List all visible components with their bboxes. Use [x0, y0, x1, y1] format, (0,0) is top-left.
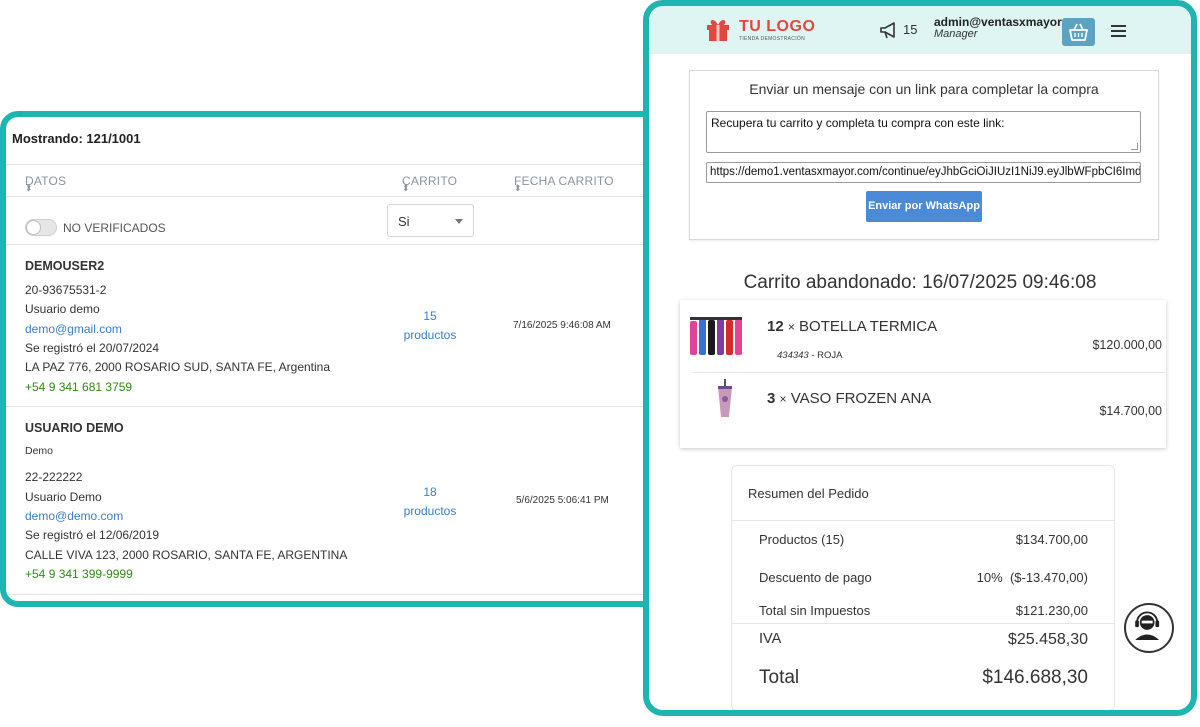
support-agent-icon: [1135, 611, 1160, 640]
logo-subtitle: TIENDA DEMOSTRACIÓN: [739, 36, 805, 42]
user-phone[interactable]: +54 9 341 681 3759: [25, 380, 132, 394]
resize-handle-icon[interactable]: [1131, 143, 1138, 150]
textarea-value: Recupera tu carrito y completa tu compra…: [711, 116, 1005, 130]
table-row: DEMOUSER2 20-93675531-2 Usuario demo dem…: [6, 245, 654, 407]
registered-date: Se registró el 12/06/2019: [25, 528, 160, 542]
user-email[interactable]: demo@gmail.com: [25, 322, 122, 336]
cart-products-link[interactable]: 15 productos: [390, 307, 470, 345]
hamburger-menu-icon[interactable]: [1111, 25, 1126, 37]
showing-count: Mostrando: 121/1001: [6, 117, 654, 165]
user-address: LA PAZ 776, 2000 ROSARIO SUD, SANTA FE, …: [25, 360, 331, 374]
link-input[interactable]: https://demo1.ventasxmayor.com/continue/…: [706, 162, 1141, 183]
divider: [732, 520, 1114, 521]
tax-id: 20-93675531-2: [25, 283, 107, 297]
user-phone[interactable]: +54 9 341 399-9999: [25, 567, 133, 581]
product-thumbnail-cup[interactable]: [716, 379, 734, 419]
megaphone-icon[interactable]: [879, 21, 901, 39]
sort-icon: ⬍: [25, 183, 33, 193]
caret-down-icon: [455, 219, 463, 224]
basket-icon: [1069, 23, 1088, 41]
summary-title: Resumen del Pedido: [748, 486, 869, 501]
subtotal-value: $121.230,00: [1015, 603, 1088, 618]
discount-value: 10% ($-13.470,00): [976, 570, 1088, 585]
products-label: Productos (15): [759, 532, 845, 547]
users-panel: Mostrando: 121/1001 ⬍ DATOS ⬍ CARRITO ⬍ FEC…: [0, 111, 660, 607]
cart-date: 7/16/2025 9:46:08 AM: [513, 320, 611, 331]
cart-date: 5/6/2025 5:06:41 PM: [516, 495, 609, 506]
display-name: Usuario Demo: [25, 490, 102, 504]
cart-items: 12 × BOTELLA TERMICA 434343 - ROJA $120.…: [680, 300, 1166, 448]
message-textarea[interactable]: Recupera tu carrito y completa tu compra…: [706, 111, 1141, 153]
cart-products-link[interactable]: 18 productos: [390, 483, 470, 521]
total-value: $146.688,30: [982, 667, 1088, 688]
cart-detail-panel: TU LOGO TIENDA DEMOSTRACIÓN 15 admin@ven…: [643, 0, 1197, 716]
discount-label: Descuento de pago: [759, 570, 872, 585]
cart-button[interactable]: [1062, 18, 1095, 46]
support-chat-button[interactable]: [1124, 603, 1174, 653]
notification-count: 15: [903, 22, 918, 37]
total-label: Total: [759, 667, 800, 688]
list-item: 3 × VASO FROZEN ANA $14.700,00: [680, 373, 1166, 448]
sort-icon: ⬍: [402, 183, 410, 193]
gift-logo-icon[interactable]: [705, 16, 731, 42]
tax-id: 22-222222: [25, 470, 83, 484]
product-thumbnail-bottles[interactable]: [688, 315, 748, 357]
top-navbar: TU LOGO TIENDA DEMOSTRACIÓN 15 admin@ven…: [649, 6, 1191, 54]
table-row: USUARIO DEMO Demo 22-222222 Usuario Demo…: [6, 407, 654, 595]
user-address: CALLE VIVA 123, 2000 ROSARIO, SANTA FE, …: [25, 548, 348, 562]
select-value: Si: [398, 214, 410, 229]
toggle-knob: [26, 220, 41, 235]
cart-title: Carrito abandonado: 16/07/2025 09:46:08: [743, 272, 1097, 293]
column-carrito[interactable]: ⬍ CARRITO: [402, 174, 457, 193]
logo-text: TU LOGO: [739, 18, 816, 35]
user-role: Manager: [934, 28, 978, 40]
products-value: $134.700,00: [1015, 532, 1088, 547]
cart-count: 15: [423, 309, 437, 323]
send-whatsapp-button[interactable]: Enviar por WhatsApp: [866, 191, 982, 222]
order-summary: Resumen del Pedido Productos (15) $134.7…: [731, 465, 1115, 710]
filter-row: NO VERIFICADOS Si: [6, 197, 654, 245]
subtotal-label: Total sin Impuestos: [759, 603, 871, 618]
cart-unit: productos: [403, 328, 457, 342]
item-price: $14.700,00: [1099, 404, 1162, 418]
registered-date: Se registró el 20/07/2024: [25, 341, 160, 355]
display-name: Usuario demo: [25, 302, 100, 316]
iva-value: $25.458,30: [1007, 631, 1088, 648]
column-datos[interactable]: ⬍ DATOS: [25, 174, 66, 193]
table-header: ⬍ DATOS ⬍ CARRITO ⬍ FECHA CARRITO: [6, 165, 654, 197]
iva-label: IVA: [759, 631, 782, 647]
divider: [732, 623, 1114, 624]
user-name: USUARIO DEMO: [25, 421, 124, 435]
sort-icon: ⬍: [514, 183, 522, 193]
list-item: 12 × BOTELLA TERMICA 434343 - ROJA $120.…: [680, 300, 1166, 372]
user-name: DEMOUSER2: [25, 259, 105, 273]
cart-filter-select[interactable]: Si: [387, 204, 474, 237]
item-price: $120.000,00: [1092, 338, 1162, 352]
cart-count: 18: [423, 485, 437, 499]
message-panel: Enviar un mensaje con un link para compl…: [689, 70, 1159, 240]
cart-unit: productos: [403, 504, 457, 518]
item-title: 12 × BOTELLA TERMICA: [767, 318, 938, 335]
user-email[interactable]: demo@demo.com: [25, 509, 123, 523]
user-account[interactable]: admin@ventasxmayor...: [934, 15, 1071, 29]
item-variant: 434343 - ROJA: [777, 350, 843, 361]
user-subtitle: Demo: [25, 445, 54, 457]
column-fecha-carrito[interactable]: ⬍ FECHA CARRITO: [514, 174, 614, 193]
toggle-label: NO VERIFICADOS: [63, 221, 166, 235]
item-title: 3 × VASO FROZEN ANA: [767, 390, 932, 407]
verified-toggle[interactable]: [25, 219, 57, 236]
message-title: Enviar un mensaje con un link para compl…: [749, 81, 1099, 97]
